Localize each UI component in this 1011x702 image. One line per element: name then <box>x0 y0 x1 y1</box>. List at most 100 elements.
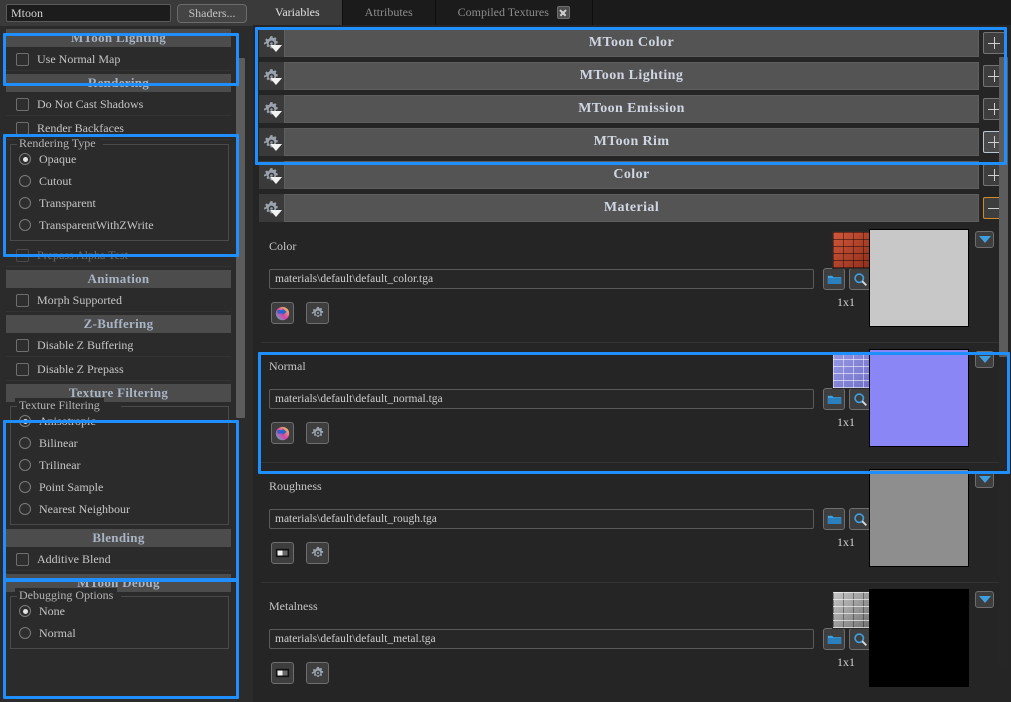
dropdown-button[interactable] <box>975 591 994 608</box>
texture-path-input[interactable] <box>269 389 814 409</box>
checkbox-do-not-cast-shadows[interactable] <box>16 98 29 111</box>
texture-size-label: 1x1 <box>837 295 855 309</box>
texture-thumbnail[interactable] <box>832 351 872 389</box>
radio-transparentwithzwrite[interactable] <box>19 219 31 231</box>
tab-compiled-textures[interactable]: Compiled Textures <box>435 0 593 25</box>
gear-icon[interactable] <box>259 62 284 90</box>
settings-gear-icon[interactable] <box>306 302 329 324</box>
texture-thumbnail[interactable] <box>832 231 872 269</box>
settings-gear-icon[interactable] <box>306 542 329 564</box>
chevron-down-icon[interactable] <box>270 45 282 52</box>
section-title[interactable]: MToon Emission <box>284 95 979 123</box>
shaders-button[interactable]: Shaders... <box>177 3 247 23</box>
tab-variables[interactable]: Variables <box>253 0 343 25</box>
radio-row[interactable]: TransparentWithZWrite <box>11 214 228 236</box>
color-sphere-icon[interactable] <box>271 422 294 444</box>
right-scrollbar-thumb[interactable] <box>999 57 1008 357</box>
checkbox-row[interactable]: Use Normal Map <box>6 49 231 71</box>
tab-bar: Variables Attributes Compiled Textures <box>253 0 1011 25</box>
section-title[interactable]: Material <box>284 194 979 222</box>
radio-nearest-neighbour[interactable] <box>19 503 31 515</box>
checkbox-row[interactable]: Additive Blend <box>6 549 231 571</box>
radio-label: Cutout <box>39 173 72 188</box>
radio-row[interactable]: Cutout <box>11 170 228 192</box>
texture-thumbnail[interactable] <box>832 591 872 629</box>
search-icon[interactable] <box>849 508 871 530</box>
gear-icon[interactable] <box>259 95 284 123</box>
chevron-down-icon[interactable] <box>270 78 282 85</box>
folder-icon[interactable] <box>823 268 845 290</box>
radio-transparent[interactable] <box>19 197 31 209</box>
texture-slot-roughness: Roughness 1x1 <box>261 467 1003 583</box>
radio-none[interactable] <box>19 605 31 617</box>
close-icon[interactable] <box>556 6 570 19</box>
folder-icon[interactable] <box>823 628 845 650</box>
radio-row[interactable]: Opaque <box>11 148 228 170</box>
radio-row[interactable]: Transparent <box>11 192 228 214</box>
radio-row[interactable]: Point Sample <box>11 476 228 498</box>
radio-row[interactable]: Anisotropic <box>11 410 228 432</box>
shader-search-input[interactable] <box>6 4 171 22</box>
settings-gear-icon[interactable] <box>306 662 329 684</box>
texture-preview[interactable] <box>869 349 969 447</box>
chevron-down-icon[interactable] <box>270 177 282 184</box>
tab-attributes[interactable]: Attributes <box>342 0 436 25</box>
checkbox-row[interactable]: Prepass Alpha Test <box>6 245 231 267</box>
checkbox-row[interactable]: Disable Z Buffering <box>6 335 231 357</box>
search-icon[interactable] <box>849 388 871 410</box>
radio-row[interactable]: Normal <box>11 622 228 644</box>
radio-row[interactable]: None <box>11 600 228 622</box>
dropdown-button[interactable] <box>975 231 994 248</box>
radio-cutout[interactable] <box>19 175 31 187</box>
radio-row[interactable]: Trilinear <box>11 454 228 476</box>
chevron-down-icon[interactable] <box>270 210 282 217</box>
folder-icon[interactable] <box>823 388 845 410</box>
texture-path-input[interactable] <box>269 629 814 649</box>
radio-anisotropic[interactable] <box>19 415 31 427</box>
chevron-down-icon[interactable] <box>270 111 282 118</box>
greyscale-icon[interactable] <box>271 542 294 564</box>
texture-preview[interactable] <box>869 589 969 687</box>
settings-gear-icon[interactable] <box>306 422 329 444</box>
checkbox-use-normal-map[interactable] <box>16 53 29 66</box>
section-title[interactable]: MToon Color <box>284 29 979 57</box>
radio-label: TransparentWithZWrite <box>39 217 154 232</box>
radio-row[interactable]: Bilinear <box>11 432 228 454</box>
checkbox-row[interactable]: Do Not Cast Shadows <box>6 94 231 116</box>
dropdown-button[interactable] <box>975 471 994 488</box>
gear-icon[interactable] <box>259 128 284 156</box>
variable-section-mtoon-emission: MToon Emission <box>259 94 1005 124</box>
section-title[interactable]: MToon Lighting <box>284 62 979 90</box>
search-icon[interactable] <box>849 628 871 650</box>
gear-icon[interactable] <box>259 194 284 222</box>
checkbox-morph-supported[interactable] <box>16 294 29 307</box>
checkbox-disable-z-buffering[interactable] <box>16 339 29 352</box>
dropdown-button[interactable] <box>975 351 994 368</box>
checkbox-row[interactable]: Disable Z Prepass <box>6 359 231 381</box>
section-title[interactable]: MToon Rim <box>284 128 979 156</box>
radio-bilinear[interactable] <box>19 437 31 449</box>
section-title[interactable]: Color <box>284 161 979 189</box>
radio-point-sample[interactable] <box>19 481 31 493</box>
gear-icon[interactable] <box>259 161 284 189</box>
checkbox-additive-blend[interactable] <box>16 553 29 566</box>
texture-path-input[interactable] <box>269 509 814 529</box>
texture-preview[interactable] <box>869 229 969 327</box>
texture-path-input[interactable] <box>269 269 814 289</box>
texture-preview[interactable] <box>869 469 969 567</box>
greyscale-icon[interactable] <box>271 662 294 684</box>
radio-opaque[interactable] <box>19 153 31 165</box>
chevron-down-icon[interactable] <box>270 144 282 151</box>
radio-trilinear[interactable] <box>19 459 31 471</box>
checkbox-disable-z-prepass[interactable] <box>16 363 29 376</box>
color-sphere-icon[interactable] <box>271 302 294 324</box>
expand-button[interactable] <box>983 32 1005 54</box>
folder-icon[interactable] <box>823 508 845 530</box>
radio-row[interactable]: Nearest Neighbour <box>11 498 228 520</box>
checkbox-render-backfaces[interactable] <box>16 122 29 135</box>
radio-normal[interactable] <box>19 627 31 639</box>
gear-icon[interactable] <box>259 29 284 57</box>
search-icon[interactable] <box>849 268 871 290</box>
left-scrollbar-thumb[interactable] <box>236 58 245 418</box>
checkbox-row[interactable]: Morph Supported <box>6 290 231 312</box>
